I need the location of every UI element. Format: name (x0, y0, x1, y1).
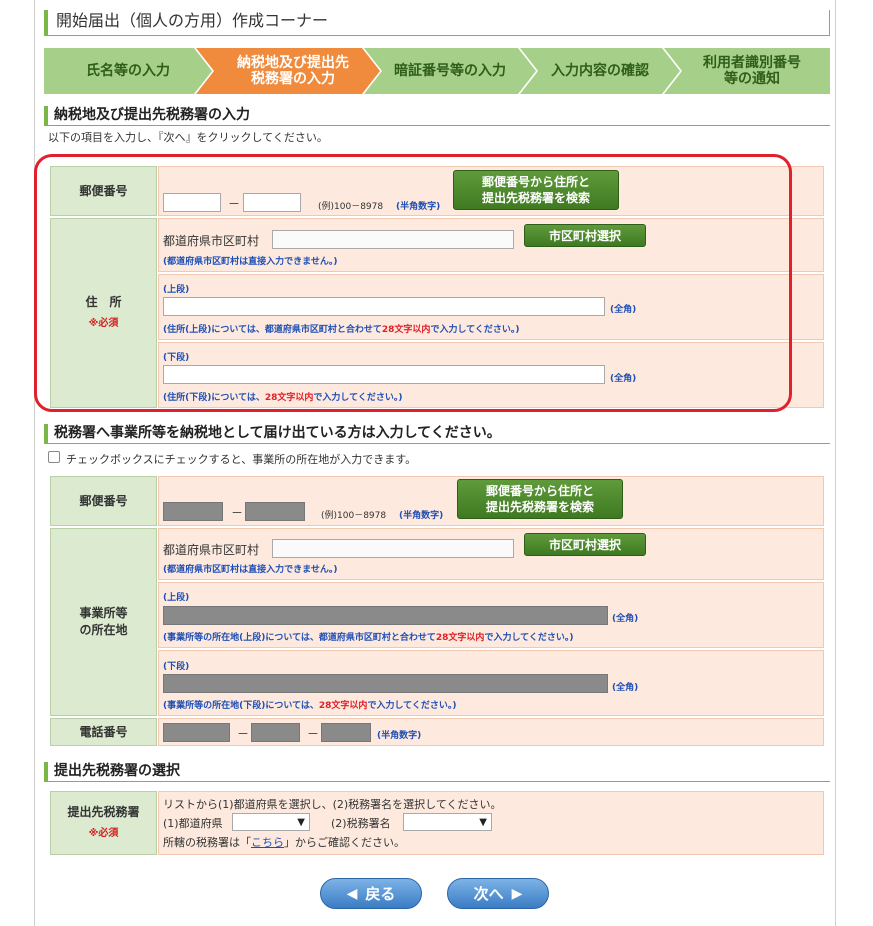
phone-label: 電話番号 (50, 718, 157, 746)
office-prefecture-label: 都道府県市区町村 (163, 543, 260, 557)
office-upper-zenkaku: (全角) (612, 614, 639, 624)
dropdown-arrow-icon: ▼ (297, 816, 305, 828)
address-lower-label: (下段) (163, 353, 190, 363)
office-prefecture-field (272, 539, 514, 558)
phone-dash-2: － (307, 727, 320, 741)
prefecture-city-field (272, 230, 514, 249)
phone-second-input[interactable] (251, 723, 300, 742)
office-checkbox[interactable] (48, 451, 60, 463)
phone-third-input[interactable] (321, 723, 371, 742)
step-pin-input: 暗証番号等の入力 (364, 48, 536, 94)
next-button[interactable]: 次へ ▶ (447, 878, 549, 909)
back-button[interactable]: ◀ 戻る (320, 878, 422, 909)
postal-code-second-input[interactable] (243, 193, 301, 212)
address-upper-input[interactable] (163, 297, 605, 316)
instruction-text: 以下の項目を入力し、『次へ』をクリックしてください。 (48, 131, 328, 144)
postal-search-button[interactable]: 郵便番号から住所と 提出先税務署を検索 (453, 170, 619, 210)
address-lower-note: (住所(下段)については、28文字以内で入力してください。) (163, 393, 403, 403)
dropdown-arrow-icon: ▼ (479, 816, 487, 828)
office-lower-input[interactable] (163, 674, 608, 693)
office-postal-first-input[interactable] (163, 502, 223, 521)
step-address-input: 納税地及び提出先 税務署の入力 (196, 48, 380, 94)
step-name-input: 氏名等の入力 (44, 48, 212, 94)
page-title: 開始届出（個人の方用）作成コーナー (44, 10, 830, 36)
tax-office-select[interactable]: ▼ (403, 813, 492, 831)
jurisdiction-note: 所轄の税務署は「こちら」からご確認ください。 (163, 836, 405, 849)
office-lower-zenkaku: (全角) (612, 683, 639, 693)
step-navigation: 氏名等の入力 納税地及び提出先 税務署の入力 暗証番号等の入力 入力内容の確認 … (44, 48, 830, 94)
section-tax-address-heading: 納税地及び提出先税務署の入力 (44, 106, 830, 126)
tax-office-label: 提出先税務署 ※必須 (50, 791, 157, 855)
tax-office-instruction: リストから(1)都道府県を選択し、(2)税務署名を選択してください。 (163, 798, 502, 811)
phone-note: (半角数字) (377, 731, 422, 741)
section-office-heading: 税務署へ事業所等を納税地として届け出ている方は入力してください。 (44, 424, 830, 444)
postal-code-label: 郵便番号 (50, 166, 157, 216)
office-postal-search-button[interactable]: 郵便番号から住所と 提出先税務署を検索 (457, 479, 623, 519)
phone-dash-1: － (237, 727, 250, 741)
arrow-right-icon: ▶ (511, 885, 523, 902)
step-confirm: 入力内容の確認 (520, 48, 680, 94)
required-mark: ※必須 (88, 828, 119, 839)
office-postal-second-input[interactable] (245, 502, 305, 521)
prefecture-note: (都道府県市区町村は直接入力できません。) (163, 257, 338, 267)
tax-office-select-label: (2)税務署名 (331, 817, 391, 830)
required-mark: ※必須 (88, 318, 119, 329)
prefecture-label: 都道府県市区町村 (163, 234, 260, 248)
office-postal-example: (例)100－8978 (321, 511, 387, 521)
office-checkbox-label: チェックボックスにチェックすると、事業所の所在地が入力できます。 (66, 453, 417, 466)
office-lower-note: (事業所等の所在地(下段)については、28文字以内で入力してください。) (163, 701, 457, 711)
postal-halfwidth-note: (半角数字) (396, 202, 441, 212)
office-postal-note: (半角数字) (399, 511, 444, 521)
office-postal-dash: － (231, 506, 244, 520)
phone-first-input[interactable] (163, 723, 230, 742)
office-city-select-button[interactable]: 市区町村選択 (524, 533, 646, 556)
address-upper-note: (住所(上段)については、都道府県市区町村と合わせて28文字以内で入力してくださ… (163, 325, 520, 335)
prefecture-select-label: (1)都道府県 (163, 817, 223, 830)
address-upper-zenkaku: (全角) (610, 305, 637, 315)
jurisdiction-link[interactable]: こちら (251, 836, 284, 849)
office-postal-label: 郵便番号 (50, 476, 157, 526)
prefecture-select[interactable]: ▼ (232, 813, 310, 831)
postal-dash: － (228, 197, 241, 211)
office-lower-label: (下段) (163, 662, 190, 672)
step-id-notice: 利用者識別番号 等の通知 (664, 48, 830, 94)
address-lower-zenkaku: (全角) (610, 374, 637, 384)
address-lower-input[interactable] (163, 365, 605, 384)
address-upper-label: (上段) (163, 285, 190, 295)
office-upper-note: (事業所等の所在地(上段)については、都道府県市区町村と合わせて28文字以内で入… (163, 633, 574, 643)
office-location-label: 事業所等 の所在地 (50, 528, 157, 716)
office-upper-label: (上段) (163, 593, 190, 603)
office-upper-input[interactable] (163, 606, 608, 625)
postal-code-first-input[interactable] (163, 193, 221, 212)
city-select-button[interactable]: 市区町村選択 (524, 224, 646, 247)
postal-example: (例)100－8978 (318, 202, 384, 212)
arrow-left-icon: ◀ (346, 885, 358, 902)
address-label: 住 所 ※必須 (50, 218, 157, 408)
section-tax-office-heading: 提出先税務署の選択 (44, 762, 830, 782)
office-prefecture-note: (都道府県市区町村は直接入力できません。) (163, 565, 338, 575)
